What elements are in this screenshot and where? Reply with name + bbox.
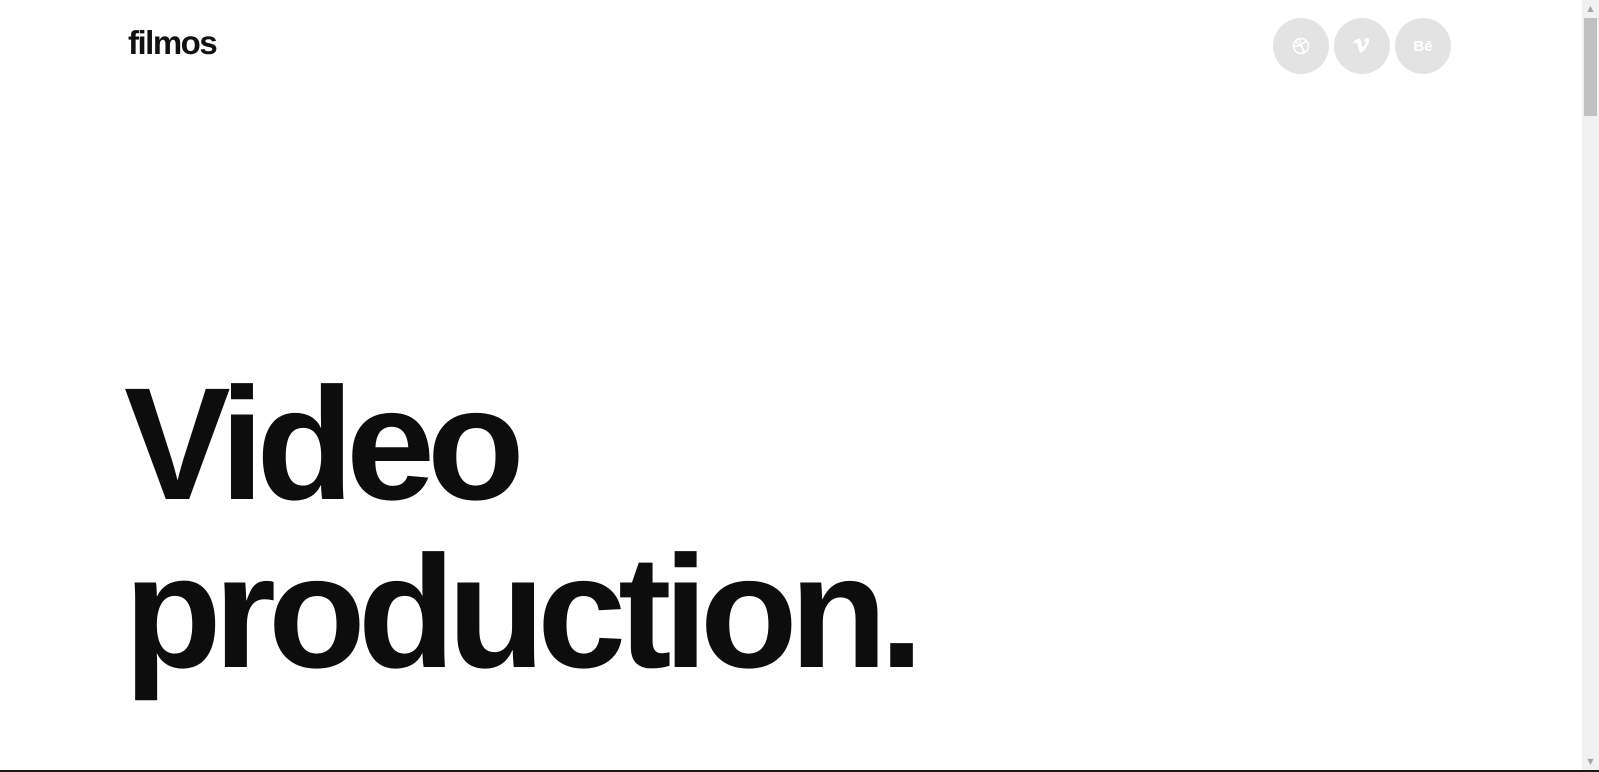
behance-button[interactable]: Bē bbox=[1395, 18, 1451, 74]
vertical-scrollbar[interactable]: ▲ ▼ bbox=[1582, 0, 1599, 770]
vimeo-button[interactable] bbox=[1334, 18, 1390, 74]
behance-icon: Bē bbox=[1413, 37, 1433, 55]
vimeo-icon bbox=[1352, 37, 1372, 55]
dribbble-icon bbox=[1292, 37, 1310, 55]
hero-line-2: production. bbox=[124, 522, 924, 701]
scrollbar-thumb[interactable] bbox=[1584, 18, 1597, 116]
hero-heading: Video production. bbox=[124, 354, 924, 701]
dribbble-button[interactable] bbox=[1273, 18, 1329, 74]
scroll-up-arrow-icon[interactable]: ▲ bbox=[1582, 0, 1599, 17]
hero-line-1: Video bbox=[124, 354, 525, 533]
scroll-down-arrow-icon[interactable]: ▼ bbox=[1582, 753, 1599, 770]
site-logo[interactable]: filmos bbox=[128, 26, 218, 59]
social-links: Bē bbox=[1273, 18, 1451, 74]
page: filmos Bē Video production. ▲ ▼ bbox=[0, 0, 1599, 772]
